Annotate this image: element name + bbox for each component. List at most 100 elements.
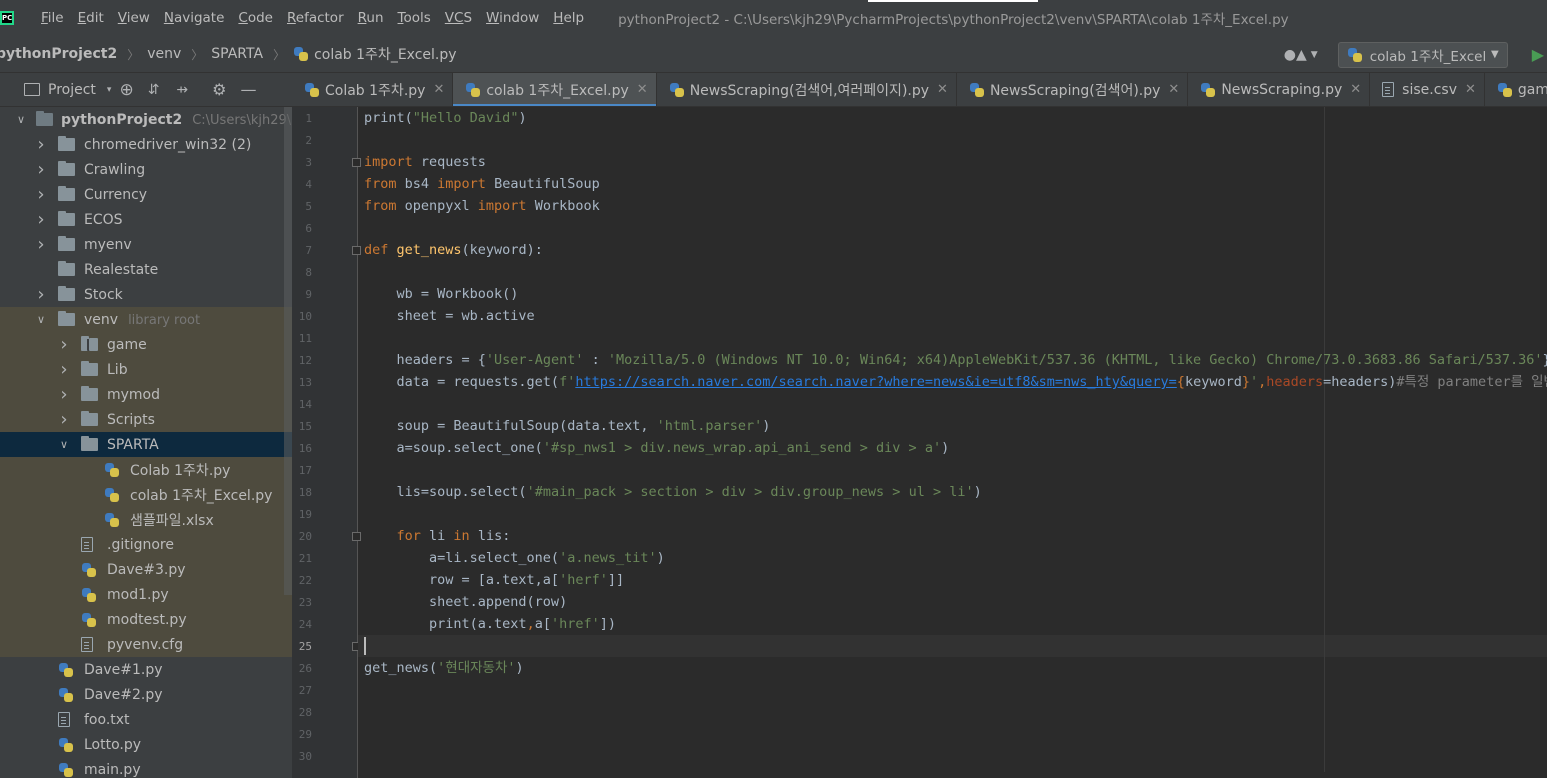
breadcrumb-venv[interactable]: venv bbox=[147, 46, 181, 62]
project-tree-scrollbar[interactable] bbox=[284, 107, 292, 595]
chevron-down-icon[interactable]: ∨ bbox=[34, 313, 48, 326]
editor-tab[interactable]: NewsScraping(검색어,여러페이지).py ✕ bbox=[657, 73, 957, 106]
dropdown-arrow-icon[interactable]: ▾ bbox=[107, 85, 112, 95]
menu-item-tools[interactable]: Tools bbox=[391, 10, 438, 26]
locate-file-icon[interactable]: ⊕ bbox=[119, 80, 133, 100]
tree-item[interactable]: foo.txt bbox=[0, 707, 292, 732]
chevron-down-icon[interactable]: ∨ bbox=[14, 113, 28, 126]
fold-marker-icon[interactable] bbox=[352, 532, 361, 541]
tree-item[interactable]: › myenv bbox=[0, 232, 292, 257]
editor-tab[interactable]: NewsScraping(검색어).py ✕ bbox=[957, 73, 1189, 106]
project-panel-title[interactable]: Project bbox=[48, 82, 96, 98]
expand-all-icon[interactable]: ⇵ bbox=[148, 82, 160, 98]
tree-item[interactable]: Dave#2.py bbox=[0, 682, 292, 707]
tree-item[interactable]: › ECOS bbox=[0, 207, 292, 232]
tree-item[interactable]: › Currency bbox=[0, 182, 292, 207]
close-icon[interactable]: ✕ bbox=[937, 82, 948, 97]
tree-item[interactable]: Dave#3.py bbox=[0, 557, 292, 582]
chevron-right-icon[interactable]: › bbox=[34, 159, 48, 180]
breadcrumb-file-label: colab 1주차_Excel.py bbox=[314, 47, 457, 63]
chevron-right-icon[interactable]: › bbox=[57, 334, 71, 355]
menu-item-refactor[interactable]: Refactor bbox=[280, 10, 351, 26]
user-account-button[interactable]: ●▲ ▼ bbox=[1284, 47, 1318, 63]
menu-item-window[interactable]: Window bbox=[479, 10, 546, 26]
tree-item[interactable]: › chromedriver_win32 (2) bbox=[0, 132, 292, 157]
close-icon[interactable]: ✕ bbox=[637, 82, 648, 97]
tree-item[interactable]: pyvenv.cfg bbox=[0, 632, 292, 657]
editor-tab[interactable]: NewsScraping.py ✕ bbox=[1188, 73, 1371, 106]
project-view-icon[interactable] bbox=[24, 83, 40, 96]
menu-item-view[interactable]: View bbox=[111, 10, 157, 26]
breadcrumb-sparta[interactable]: SPARTA bbox=[211, 46, 263, 62]
code-line: print("Hello David") bbox=[364, 107, 527, 129]
tree-item[interactable]: colab 1주차_Excel.py bbox=[0, 482, 292, 507]
line-number: 24 bbox=[298, 618, 312, 631]
tree-item[interactable]: ∨ SPARTA bbox=[0, 432, 292, 457]
horizontal-scrollbar[interactable] bbox=[358, 772, 1547, 778]
run-button[interactable]: ▶ bbox=[1532, 45, 1544, 64]
tree-item[interactable]: › Stock bbox=[0, 282, 292, 307]
tree-item[interactable]: Colab 1주차.py bbox=[0, 457, 292, 482]
tree-item[interactable]: ∨ venv library root bbox=[0, 307, 292, 332]
tab-label: Colab 1주차.py bbox=[325, 82, 426, 99]
editor-tab[interactable]: sise.csv ✕ bbox=[1370, 73, 1485, 106]
chevron-right-icon[interactable]: › bbox=[34, 209, 48, 230]
hide-panel-icon[interactable]: — bbox=[241, 80, 257, 99]
close-icon[interactable]: ✕ bbox=[1350, 82, 1361, 97]
chevron-down-icon[interactable]: ∨ bbox=[57, 438, 71, 451]
close-icon[interactable]: ✕ bbox=[1465, 82, 1476, 97]
folder-icon bbox=[36, 111, 53, 126]
chevron-right-icon[interactable]: › bbox=[34, 234, 48, 255]
code-token: ) bbox=[518, 110, 527, 126]
chevron-right-icon[interactable]: › bbox=[57, 384, 71, 405]
tree-item[interactable]: modtest.py bbox=[0, 607, 292, 632]
tree-item[interactable]: › mymod bbox=[0, 382, 292, 407]
tree-item[interactable]: main.py bbox=[0, 757, 292, 778]
menu-item-navigate[interactable]: Navigate bbox=[157, 10, 232, 26]
tree-item[interactable]: 샘플파일.xlsx bbox=[0, 507, 292, 532]
gear-icon[interactable]: ⚙ bbox=[212, 80, 226, 99]
tree-item[interactable]: › game bbox=[0, 332, 292, 357]
tree-item[interactable]: › Scripts bbox=[0, 407, 292, 432]
collapse-all-icon[interactable]: ⇸ bbox=[176, 82, 188, 98]
close-icon[interactable]: ✕ bbox=[433, 82, 444, 97]
text-file-icon bbox=[1382, 82, 1395, 97]
chevron-right-icon[interactable]: › bbox=[57, 359, 71, 380]
chevron-right-icon[interactable]: › bbox=[34, 184, 48, 205]
breadcrumb-file[interactable]: colab 1주차_Excel.py bbox=[293, 44, 457, 64]
tree-item[interactable]: › Crawling bbox=[0, 157, 292, 182]
tree-item[interactable]: Dave#1.py bbox=[0, 657, 292, 682]
tree-item[interactable]: Lotto.py bbox=[0, 732, 292, 757]
breadcrumb-project[interactable]: pythonProject2 bbox=[0, 46, 117, 62]
folder-icon bbox=[36, 111, 53, 126]
python-file-icon bbox=[81, 612, 97, 628]
menu-item-help[interactable]: Help bbox=[546, 10, 591, 26]
fold-marker-icon[interactable] bbox=[352, 246, 361, 255]
close-icon[interactable]: ✕ bbox=[1168, 82, 1179, 97]
code-token: 'a.news_tit' bbox=[559, 550, 657, 566]
editor-tab[interactable]: game\__init__.py✕ bbox=[1485, 73, 1547, 106]
tree-item-hint: library root bbox=[128, 312, 201, 328]
menu-item-file[interactable]: File bbox=[34, 10, 71, 26]
chevron-right-icon[interactable]: › bbox=[34, 134, 48, 155]
tree-item[interactable]: ∨ pythonProject2 C:\Users\kjh29\P bbox=[0, 107, 292, 132]
tree-item-label: Dave#1.py bbox=[84, 662, 163, 678]
tree-item[interactable]: .gitignore bbox=[0, 532, 292, 557]
line-number: 13 bbox=[298, 376, 312, 389]
menu-item-run[interactable]: Run bbox=[351, 10, 391, 26]
chevron-right-icon[interactable]: › bbox=[34, 284, 48, 305]
menu-item-edit[interactable]: Edit bbox=[71, 10, 111, 26]
editor-tab[interactable]: colab 1주차_Excel.py ✕ bbox=[453, 73, 657, 106]
tree-item-name: ECOS bbox=[84, 211, 123, 228]
menu-item-vcs[interactable]: VCS bbox=[438, 10, 479, 26]
code-token: openpyxl bbox=[404, 198, 478, 214]
chevron-right-icon[interactable]: › bbox=[57, 409, 71, 430]
editor-tab[interactable]: Colab 1주차.py ✕ bbox=[292, 73, 454, 106]
tree-item[interactable]: mod1.py bbox=[0, 582, 292, 607]
menu-item-code[interactable]: Code bbox=[231, 10, 280, 26]
fold-marker-icon[interactable] bbox=[352, 158, 361, 167]
tree-item[interactable]: Realestate bbox=[0, 257, 292, 282]
code-editor[interactable]: 1 2 3 4 5 6 7 8 9 10 11 12 13 14 15 16 17 18 19 20 21 22 23 24 2… bbox=[292, 107, 1547, 778]
run-configuration-select[interactable]: colab 1주차_Excel ▼ bbox=[1337, 41, 1508, 68]
tree-item[interactable]: › Lib bbox=[0, 357, 292, 382]
